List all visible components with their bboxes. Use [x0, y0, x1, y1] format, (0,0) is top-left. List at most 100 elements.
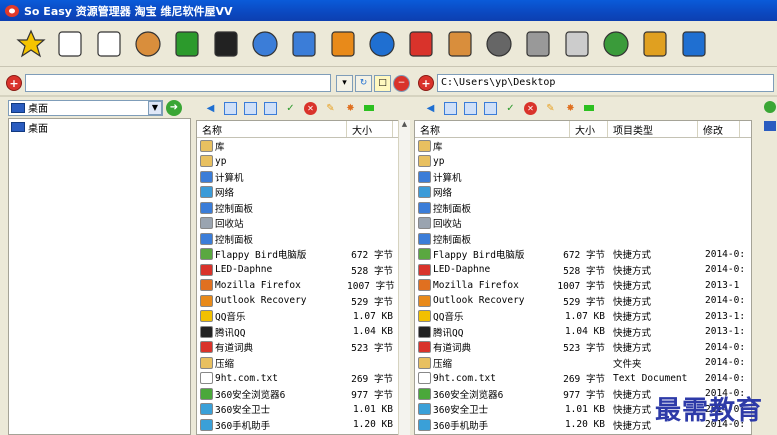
view-icons-icon[interactable]	[224, 101, 237, 115]
windows-button[interactable]	[599, 27, 633, 61]
location-combo[interactable]: 桌面 ▼	[8, 99, 163, 116]
file-row[interactable]: Flappy Bird电脑版 672 字节	[197, 247, 409, 263]
file-row[interactable]: 库	[415, 138, 751, 154]
file-row[interactable]: 控制面板	[415, 200, 751, 216]
check-icon[interactable]: ✓	[284, 102, 297, 115]
column-type[interactable]: 项目类型	[608, 121, 698, 137]
view-icons-icon[interactable]	[444, 101, 457, 115]
file-row[interactable]: 腾讯QQ 1.04 KB 快捷方式 2013-1:	[415, 324, 751, 340]
file-row[interactable]: 网络	[415, 185, 751, 201]
file-row[interactable]: 有道词典 523 字节 快捷方式 2014-0:	[415, 340, 751, 356]
file-row[interactable]: 回收站	[415, 216, 751, 232]
monitor-button[interactable]	[248, 27, 282, 61]
users-button[interactable]	[287, 27, 321, 61]
status-icon[interactable]	[364, 105, 374, 111]
tools-icon[interactable]: ✸	[564, 102, 577, 115]
left-scrollbar[interactable]: ▲	[398, 120, 410, 435]
notepad-button[interactable]	[170, 27, 204, 61]
file-row[interactable]: 控制面板	[197, 231, 409, 247]
go-icon[interactable]: ➜	[166, 99, 182, 116]
add-icon[interactable]: +	[418, 75, 434, 91]
file-row[interactable]: 9ht.com.txt 269 字节	[197, 371, 409, 387]
file-row[interactable]: 9ht.com.txt 269 字节 Text Document 2014-0:	[415, 371, 751, 387]
file-name: Flappy Bird电脑版	[433, 250, 525, 262]
star-button[interactable]	[14, 27, 48, 61]
left-address-input[interactable]	[25, 74, 331, 92]
alarm-button[interactable]	[638, 27, 672, 61]
scroll-up-icon[interactable]: ▲	[399, 120, 410, 131]
tree-item-desktop[interactable]: 桌面	[9, 120, 190, 135]
status-icon[interactable]	[584, 105, 594, 111]
film-button[interactable]	[482, 27, 516, 61]
view-details-icon[interactable]	[264, 101, 277, 115]
file-row[interactable]: LED-Daphne 528 字节	[197, 262, 409, 278]
file-row[interactable]: 网络	[197, 185, 409, 201]
open-folder-icon[interactable]: ✎	[544, 102, 557, 115]
tools-icon[interactable]: ✸	[344, 102, 357, 115]
file-row[interactable]: 回收站	[197, 216, 409, 232]
cmd-button[interactable]	[209, 27, 243, 61]
file-name: 网络	[433, 188, 453, 200]
back-icon[interactable]: ◀	[424, 102, 437, 115]
file-row[interactable]: yp	[197, 154, 409, 170]
column-name[interactable]: 名称	[197, 121, 347, 137]
chevron-down-icon[interactable]: ▼	[148, 100, 162, 115]
file-name-cell: 控制面板	[197, 232, 347, 246]
refresh-icon[interactable]: ↻	[355, 74, 372, 92]
delete-icon[interactable]: ✕	[524, 101, 537, 115]
help-button[interactable]	[677, 27, 711, 61]
file-icon	[200, 387, 213, 400]
document-button[interactable]	[53, 27, 87, 61]
edit-button[interactable]	[92, 27, 126, 61]
palette-button[interactable]	[131, 27, 165, 61]
file-row[interactable]: Outlook Recovery 529 字节 快捷方式 2014-0:	[415, 293, 751, 309]
file-name-cell: QQ音乐	[415, 309, 557, 323]
column-size[interactable]: 大小	[570, 121, 608, 137]
file-row[interactable]: 有道词典 523 字节	[197, 340, 409, 356]
recycle-button[interactable]	[443, 27, 477, 61]
view-details-icon[interactable]	[484, 101, 497, 115]
view-list-icon[interactable]	[244, 101, 257, 115]
dropdown-icon[interactable]: ▾	[336, 74, 353, 92]
file-row[interactable]: yp	[415, 154, 751, 170]
view-list-icon[interactable]	[464, 101, 477, 115]
file-row[interactable]: 360安全浏览器6 977 字节	[197, 386, 409, 402]
column-modified[interactable]: 修改	[698, 121, 740, 137]
go-icon[interactable]	[764, 101, 776, 113]
delete-icon[interactable]: ✕	[304, 101, 317, 115]
right-address-input[interactable]: C:\Users\yp\Desktop	[437, 74, 774, 92]
file-row[interactable]: 计算机	[197, 169, 409, 185]
add-icon[interactable]: +	[6, 75, 22, 91]
back-icon[interactable]: ◀	[204, 102, 217, 115]
file-row[interactable]: LED-Daphne 528 字节 快捷方式 2014-0:	[415, 262, 751, 278]
file-icon	[200, 310, 213, 323]
clipboard-button[interactable]	[560, 27, 594, 61]
check-icon[interactable]: ✓	[504, 102, 517, 115]
open-folder-icon[interactable]: ✎	[324, 102, 337, 115]
file-size: 528 字节	[563, 265, 605, 277]
file-row[interactable]: Outlook Recovery 529 字节	[197, 293, 409, 309]
file-row[interactable]: QQ音乐 1.07 KB 快捷方式 2013-1:	[415, 309, 751, 325]
file-row[interactable]: Flappy Bird电脑版 672 字节 快捷方式 2014-0:	[415, 247, 751, 263]
column-name[interactable]: 名称	[415, 121, 570, 137]
file-row[interactable]: 360手机助手 1.20 KB	[197, 417, 409, 433]
file-icon	[200, 170, 213, 183]
file-row[interactable]: 360安全卫士 1.01 KB	[197, 402, 409, 418]
file-row[interactable]: 压缩 文件夹 2014-0:	[415, 355, 751, 371]
file-row[interactable]: 控制面板	[415, 231, 751, 247]
file-row[interactable]: 控制面板	[197, 200, 409, 216]
file-row[interactable]: Mozilla Firefox 1007 字节	[197, 278, 409, 294]
column-size[interactable]: 大小	[347, 121, 393, 137]
ie-button[interactable]	[365, 27, 399, 61]
file-row[interactable]: 腾讯QQ 1.04 KB	[197, 324, 409, 340]
file-row[interactable]: QQ音乐 1.07 KB	[197, 309, 409, 325]
file-row[interactable]: 计算机	[415, 169, 751, 185]
stop-icon[interactable]: −	[393, 74, 410, 92]
home-button[interactable]	[404, 27, 438, 61]
camera-button[interactable]	[521, 27, 555, 61]
new-file-icon[interactable]: □	[374, 74, 391, 92]
file-row[interactable]: 压缩	[197, 355, 409, 371]
folder-button[interactable]	[326, 27, 360, 61]
file-row[interactable]: 库	[197, 138, 409, 154]
file-row[interactable]: Mozilla Firefox 1007 字节 快捷方式 2013-1	[415, 278, 751, 294]
